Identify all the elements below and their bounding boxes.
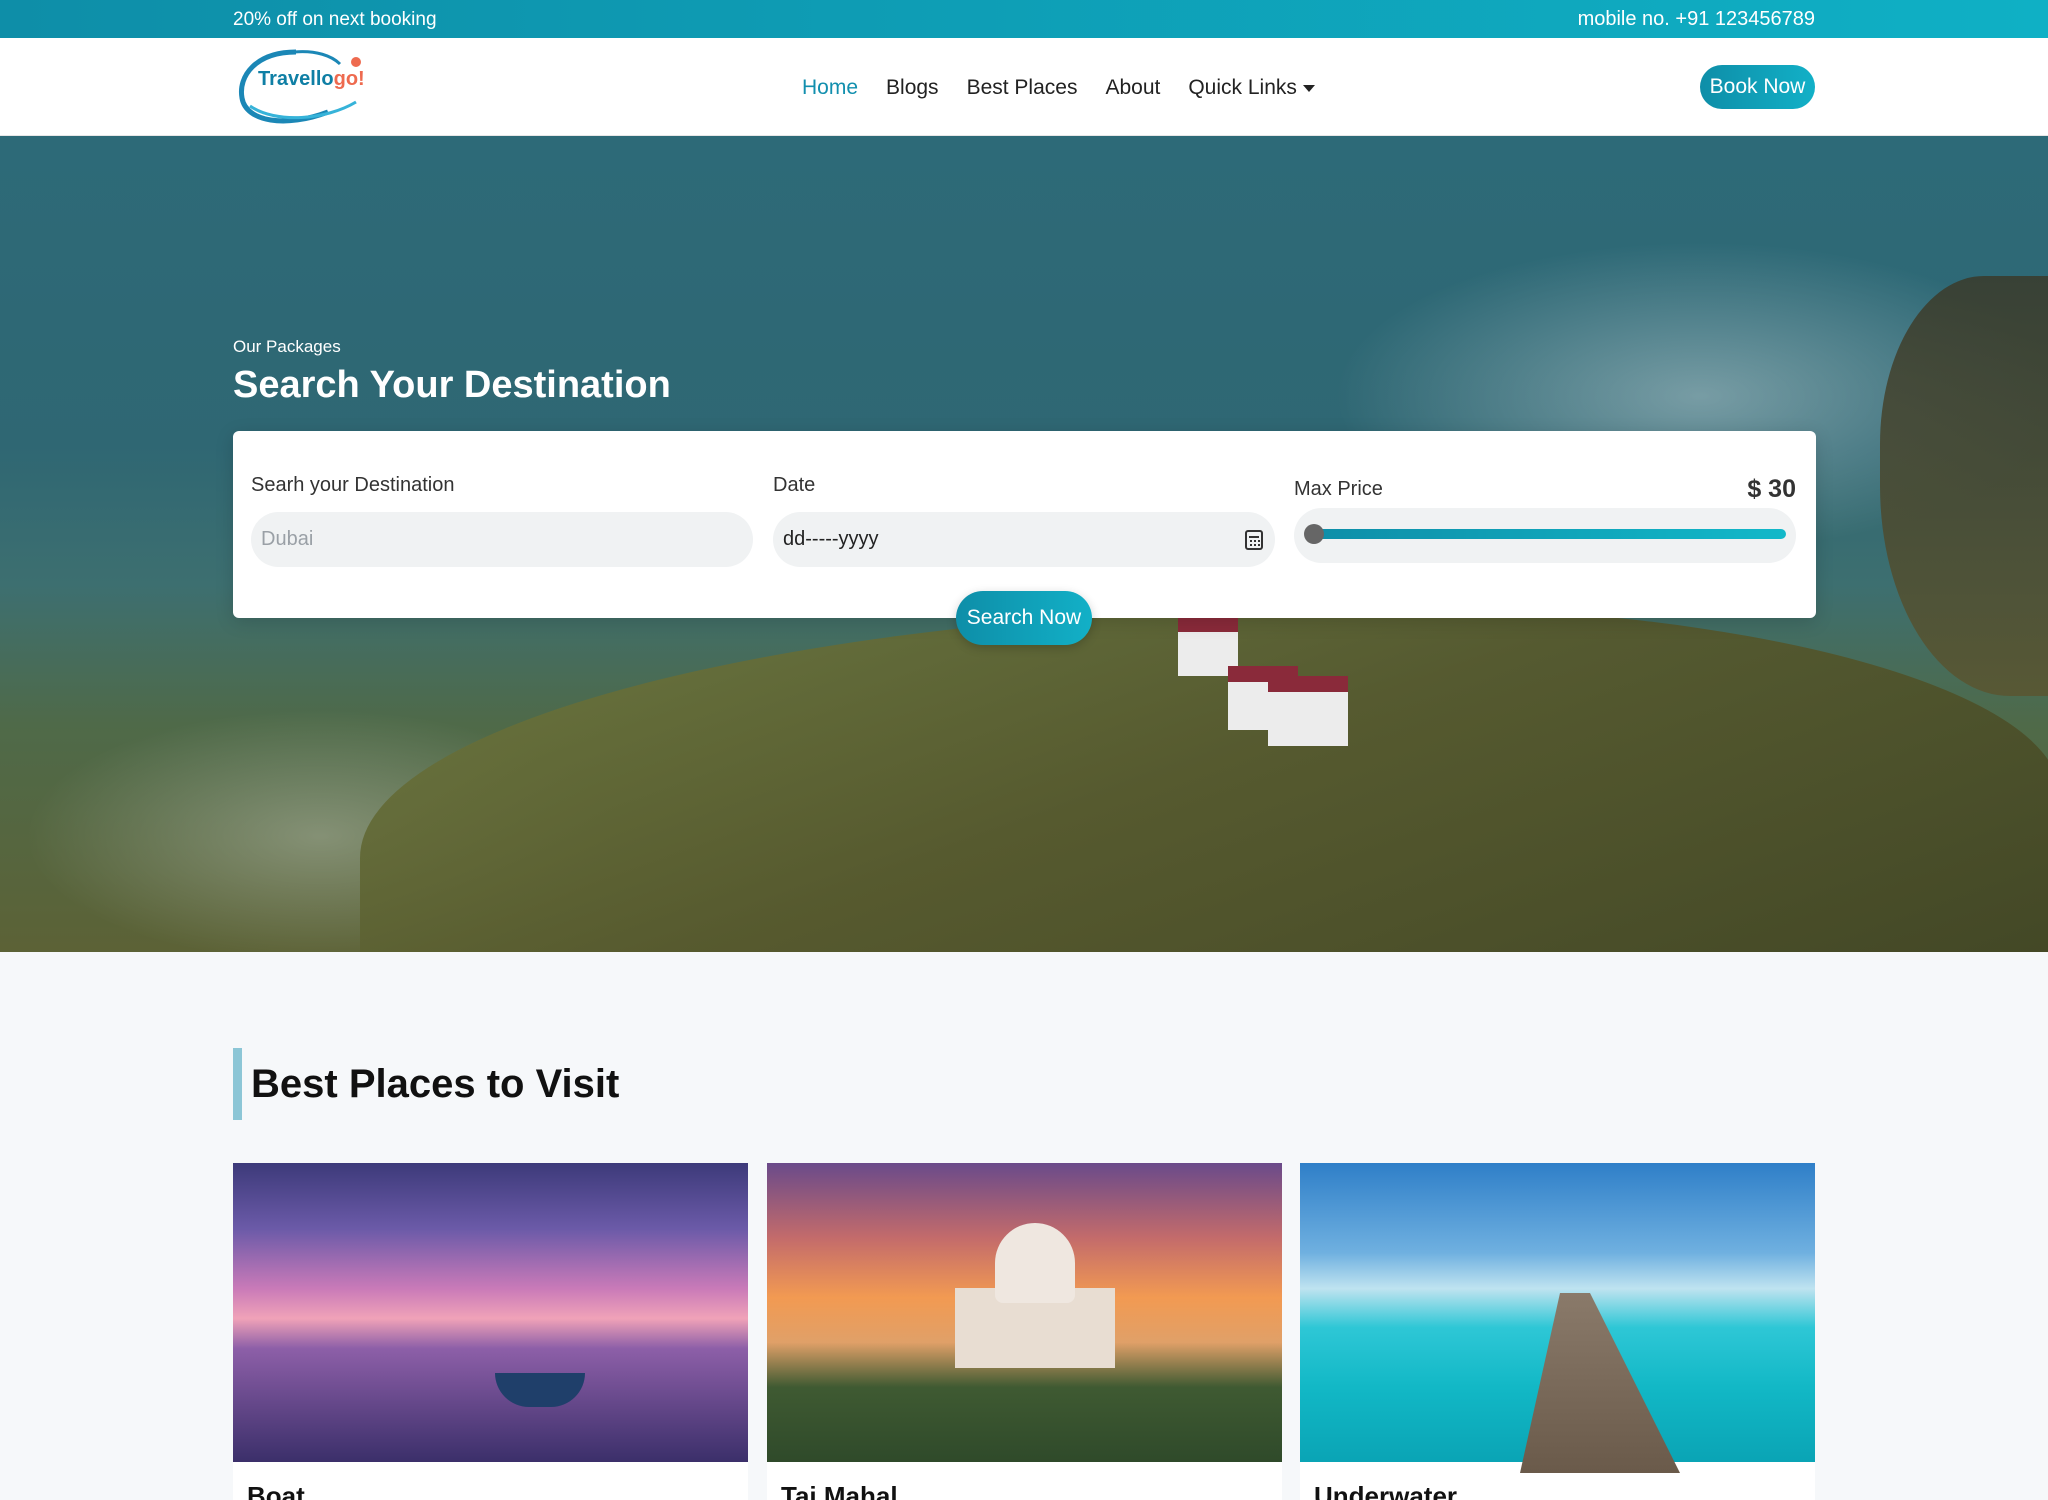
destination-input[interactable]	[251, 512, 753, 567]
hero-building	[1268, 676, 1348, 746]
caret-down-icon	[1302, 84, 1315, 92]
hero-rock	[1880, 276, 2048, 696]
search-now-button[interactable]: Search Now	[956, 591, 1092, 645]
book-now-button[interactable]: Book Now	[1700, 65, 1815, 109]
phone-number: mobile no. +91 123456789	[1577, 8, 1815, 30]
place-name: Underwater	[1314, 1481, 1458, 1500]
calendar-icon[interactable]	[1245, 530, 1263, 550]
promo-text: 20% off on next booking	[233, 9, 437, 30]
pier-shape	[1520, 1293, 1680, 1473]
price-slider-thumb[interactable]	[1304, 524, 1324, 544]
logo-text-main: Travello	[258, 68, 334, 90]
search-form: Searh your Destination Date dd-----yyyy …	[233, 431, 1816, 618]
main-nav: Home Blogs Best Places About Quick Links	[802, 76, 1315, 100]
logo-text: Travellogo!	[258, 68, 365, 91]
navbar: Travellogo! Home Blogs Best Places About…	[0, 38, 2048, 136]
date-label: Date	[773, 474, 816, 496]
place-card-taj-mahal[interactable]: Taj Mahal	[767, 1163, 1282, 1500]
hero-title: Search Your Destination	[233, 364, 671, 406]
place-card-boat[interactable]: Boat	[233, 1163, 748, 1500]
date-input-value: dd-----yyyy	[783, 528, 879, 550]
nav-quick-links-label: Quick Links	[1188, 76, 1297, 99]
nav-best-places[interactable]: Best Places	[967, 76, 1078, 100]
destination-field[interactable]	[251, 512, 753, 567]
place-image-taj-mahal	[767, 1163, 1282, 1462]
section-title: Best Places to Visit	[251, 1062, 620, 1106]
destination-label: Searh your Destination	[251, 474, 455, 496]
place-image-boat	[233, 1163, 748, 1462]
max-price-label: Max Price	[1294, 478, 1383, 500]
nav-blogs[interactable]: Blogs	[886, 76, 939, 100]
top-bar: 20% off on next booking mobile no. +91 1…	[0, 0, 2048, 38]
place-name: Taj Mahal	[781, 1481, 898, 1500]
nav-quick-links[interactable]: Quick Links	[1188, 76, 1315, 100]
price-slider-track[interactable]	[1314, 529, 1786, 539]
taj-dome-shape	[995, 1223, 1075, 1303]
place-card-underwater[interactable]: Underwater	[1300, 1163, 1815, 1500]
logo[interactable]: Travellogo!	[236, 46, 366, 128]
place-image-underwater	[1300, 1163, 1815, 1473]
place-name: Boat	[247, 1481, 305, 1500]
hero-subtitle: Our Packages	[233, 337, 341, 356]
nav-about[interactable]: About	[1105, 76, 1160, 100]
price-slider[interactable]	[1294, 508, 1796, 563]
section-accent-bar	[233, 1048, 242, 1120]
nav-home[interactable]: Home	[802, 76, 858, 100]
date-field[interactable]: dd-----yyyy	[773, 512, 1275, 567]
max-price-value: $ 30	[1747, 475, 1796, 503]
boat-shape	[495, 1373, 585, 1407]
logo-text-accent: go!	[333, 68, 365, 90]
